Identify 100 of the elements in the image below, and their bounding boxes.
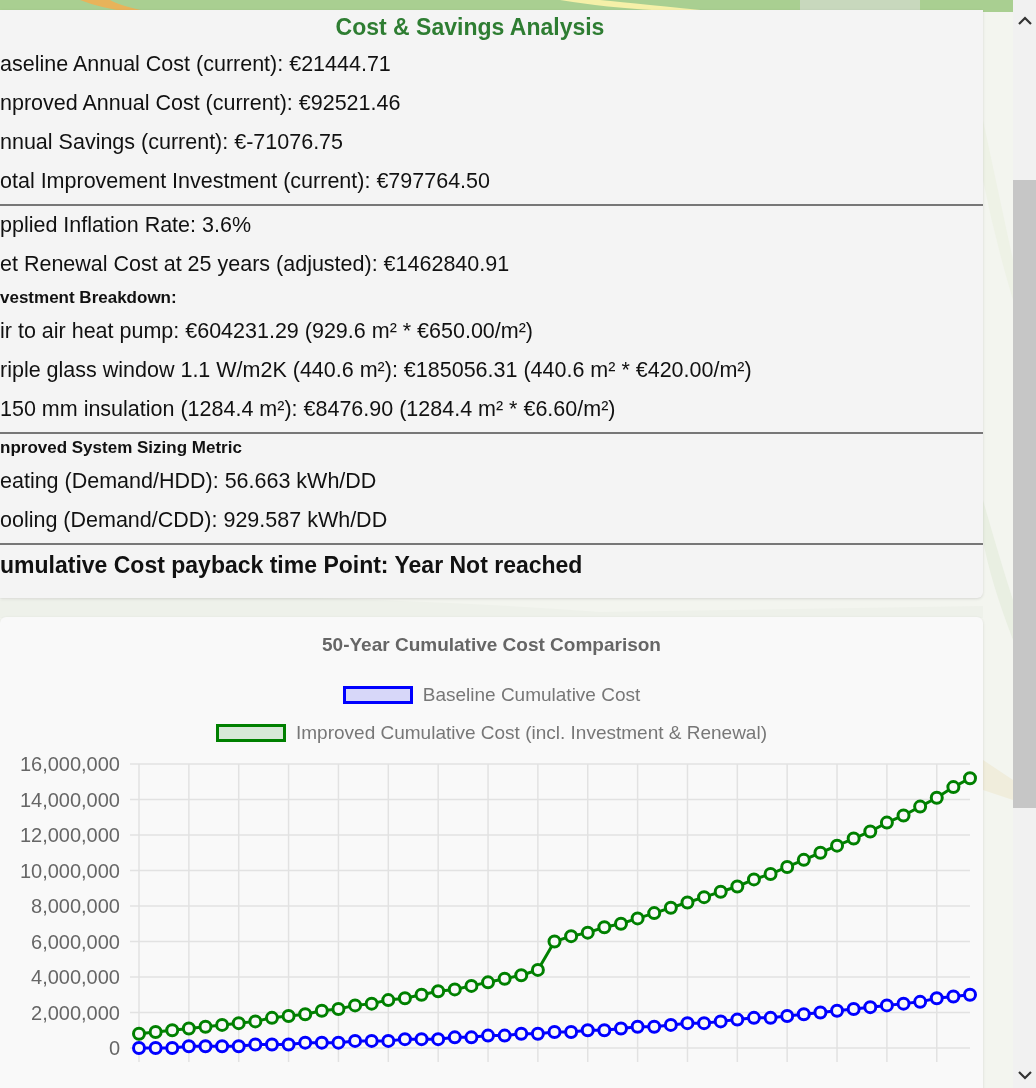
point (298, 1035, 313, 1050)
y-axis-label: 14,000,000 (19, 788, 120, 811)
point (879, 815, 894, 830)
point (780, 859, 795, 874)
point (597, 1023, 612, 1038)
point (314, 1003, 329, 1018)
point (481, 1028, 496, 1043)
section-heading: nproved System Sizing Metric (0, 437, 242, 459)
point (929, 991, 944, 1006)
point (796, 852, 811, 867)
point (896, 996, 911, 1011)
point (381, 1033, 396, 1048)
point (447, 982, 462, 997)
info-text: aseline Annual Cost (current): €21444.71 (0, 51, 391, 78)
point (913, 994, 928, 1009)
point (298, 1007, 313, 1022)
point (381, 993, 396, 1008)
point (248, 1014, 263, 1029)
info-text: eating (Demand/HDD): 56.663 kWh/DD (0, 468, 377, 495)
point (830, 1003, 845, 1018)
point (613, 916, 628, 931)
y-axis-label: 8,000,000 (31, 895, 120, 917)
point (348, 1033, 363, 1048)
info-text: ir to air heat pump: €604231.29 (929.6 m² * €650.00/m²) (0, 318, 534, 345)
section-heading: vestment Breakdown: (0, 287, 177, 309)
point (497, 1028, 512, 1043)
point (414, 987, 429, 1002)
point (580, 1023, 595, 1038)
point (331, 1035, 346, 1050)
point (132, 1041, 146, 1055)
point (780, 1009, 795, 1024)
point (248, 1037, 263, 1052)
point (264, 1037, 279, 1052)
result-text: umulative Cost payback time Point: Year Not reached (0, 551, 583, 580)
point (231, 1016, 246, 1031)
legend-label: Baseline Cumulative Cost (422, 684, 641, 706)
point (397, 991, 412, 1006)
point (946, 989, 961, 1004)
point (813, 845, 828, 860)
scrollbar-thumb[interactable] (1013, 180, 1036, 808)
point (896, 808, 911, 823)
point (680, 895, 695, 910)
point (630, 1019, 645, 1034)
point (547, 934, 562, 949)
point (813, 1005, 828, 1020)
point (746, 872, 761, 887)
point (963, 771, 977, 786)
point (165, 1041, 180, 1055)
point (846, 1001, 861, 1016)
point (879, 998, 894, 1013)
point (746, 1010, 761, 1025)
point (946, 780, 961, 795)
point (497, 971, 512, 986)
point (198, 1019, 213, 1034)
point (464, 978, 479, 993)
point (231, 1039, 246, 1054)
point (181, 1021, 196, 1036)
point (547, 1025, 562, 1040)
point (348, 998, 363, 1013)
point (697, 890, 712, 905)
point (447, 1030, 462, 1045)
y-axis-label: 2,000,000 (31, 1001, 120, 1024)
point (331, 1001, 346, 1016)
point (514, 968, 529, 983)
scrollbar[interactable] (1013, 0, 1036, 1088)
point (846, 831, 861, 846)
point (929, 790, 944, 805)
point (431, 984, 446, 999)
point (630, 911, 645, 926)
point (863, 824, 878, 839)
point (148, 1025, 163, 1040)
info-text: nproved Annual Cost (current): €92521.46 (0, 90, 401, 117)
y-axis-label: 6,000,000 (31, 930, 120, 953)
point (680, 1016, 695, 1031)
point (663, 900, 678, 915)
point (431, 1032, 446, 1047)
scroll-up-icon[interactable] (1018, 16, 1032, 26)
point (314, 1035, 329, 1050)
point (364, 1033, 379, 1048)
point (713, 1014, 728, 1029)
scroll-down-icon[interactable] (1018, 1070, 1032, 1080)
point (198, 1039, 213, 1054)
point (713, 884, 728, 899)
point (564, 1025, 579, 1040)
point (564, 929, 579, 944)
point (597, 920, 612, 935)
info-text: riple glass window 1.1 W/m2K (440.6 m²): €185056.31 (440.6 m² * €420.00/m²) (0, 357, 752, 384)
point (530, 1026, 545, 1041)
point (397, 1032, 412, 1047)
point (132, 1026, 146, 1041)
point (697, 1016, 712, 1031)
y-axis-label: 12,000,000 (19, 824, 120, 846)
point (663, 1017, 678, 1032)
legend-swatch[interactable] (342, 686, 413, 704)
point (763, 1010, 778, 1025)
point (613, 1021, 628, 1036)
legend-swatch[interactable] (216, 724, 286, 742)
point (464, 1030, 479, 1045)
point (215, 1039, 230, 1054)
point (913, 799, 928, 814)
